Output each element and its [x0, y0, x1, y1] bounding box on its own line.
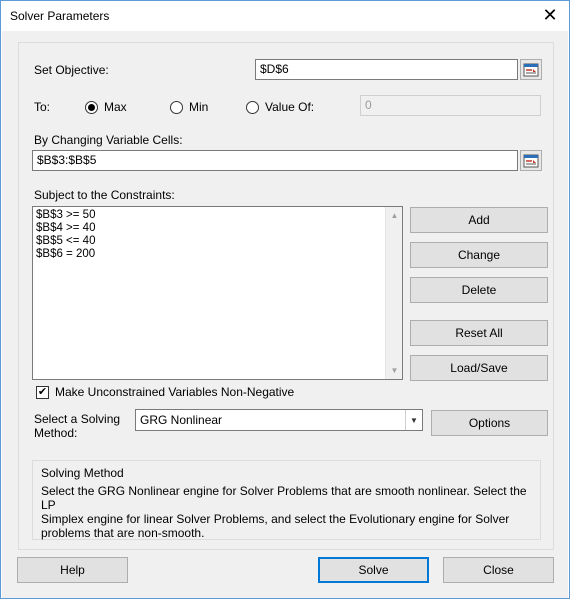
help-button[interactable]: Help [17, 557, 128, 583]
radio-max[interactable]: Max [85, 100, 127, 114]
title-bar: Solver Parameters ✕ [1, 1, 569, 31]
dialog-title: Solver Parameters [10, 9, 110, 23]
checkmark-icon: ✔ [37, 386, 48, 398]
radio-min[interactable]: Min [170, 100, 208, 114]
collapse-dialog-icon [523, 154, 539, 167]
parameters-group: Set Objective: $D$6 To: Max Min Value Of… [18, 42, 554, 550]
close-button[interactable]: Close [443, 557, 554, 583]
description-line: Select the GRG Nonlinear engine for Solv… [41, 484, 527, 512]
list-item[interactable]: $B$3 >= 50 [33, 209, 402, 222]
changing-cells-label: By Changing Variable Cells: [34, 133, 183, 147]
close-icon[interactable]: ✕ [531, 1, 569, 29]
list-item[interactable]: $B$5 <= 40 [33, 235, 402, 248]
nonneg-checkbox[interactable]: ✔ [36, 386, 49, 399]
list-item[interactable]: $B$6 = 200 [33, 248, 402, 261]
scroll-down-icon[interactable]: ▼ [386, 362, 402, 379]
reset-all-button[interactable]: Reset All [410, 320, 548, 346]
change-button[interactable]: Change [410, 242, 548, 268]
solving-method-value: GRG Nonlinear [140, 413, 223, 427]
scroll-up-icon[interactable]: ▲ [386, 207, 402, 224]
constraints-list[interactable]: $B$3 >= 50 $B$4 >= 40 $B$5 <= 40 $B$6 = … [32, 206, 403, 380]
set-objective-field[interactable]: $D$6 [255, 59, 518, 80]
list-item[interactable]: $B$4 >= 40 [33, 222, 402, 235]
method-label-line1: Select a Solving [34, 412, 121, 426]
objective-ref-button[interactable] [520, 59, 542, 80]
options-button[interactable]: Options [431, 410, 548, 436]
radio-value-of-indicator [246, 100, 259, 114]
nonneg-label: Make Unconstrained Variables Non-Negativ… [55, 385, 295, 399]
chevron-down-icon[interactable]: ▼ [405, 410, 422, 430]
radio-min-indicator [170, 100, 183, 114]
solving-method-description: Select the GRG Nonlinear engine for Solv… [41, 484, 536, 540]
solving-method-box: Solving Method Select the GRG Nonlinear … [32, 460, 541, 540]
load-save-button[interactable]: Load/Save [410, 355, 548, 381]
constraints-scrollbar[interactable]: ▲ ▼ [385, 207, 402, 379]
method-label-line2: Method: [34, 426, 78, 440]
solving-method-select[interactable]: GRG Nonlinear ▼ [135, 409, 423, 431]
dialog-body: Set Objective: $D$6 To: Max Min Value Of… [2, 31, 568, 598]
changing-cells-ref-button[interactable] [520, 150, 542, 171]
delete-button[interactable]: Delete [410, 277, 548, 303]
set-objective-label: Set Objective: [34, 63, 109, 77]
radio-min-label: Min [189, 100, 209, 114]
value-of-field[interactable]: 0 [360, 95, 541, 116]
constraints-label: Subject to the Constraints: [34, 188, 175, 202]
solving-method-title: Solving Method [41, 466, 124, 480]
solver-parameters-dialog: Solver Parameters ✕ Set Objective: $D$6 … [0, 0, 570, 599]
solve-button[interactable]: Solve [318, 557, 429, 583]
changing-cells-field[interactable]: $B$3:$B$5 [32, 150, 518, 171]
collapse-dialog-icon [523, 63, 539, 76]
radio-max-indicator [85, 100, 98, 114]
description-line: Simplex engine for linear Solver Problem… [41, 512, 510, 526]
add-button[interactable]: Add [410, 207, 548, 233]
radio-value-of[interactable]: Value Of: [246, 100, 314, 114]
radio-max-label: Max [104, 100, 127, 114]
to-label: To: [34, 100, 51, 114]
radio-value-of-label: Value Of: [265, 100, 315, 114]
description-line: problems that are non-smooth. [41, 526, 205, 540]
